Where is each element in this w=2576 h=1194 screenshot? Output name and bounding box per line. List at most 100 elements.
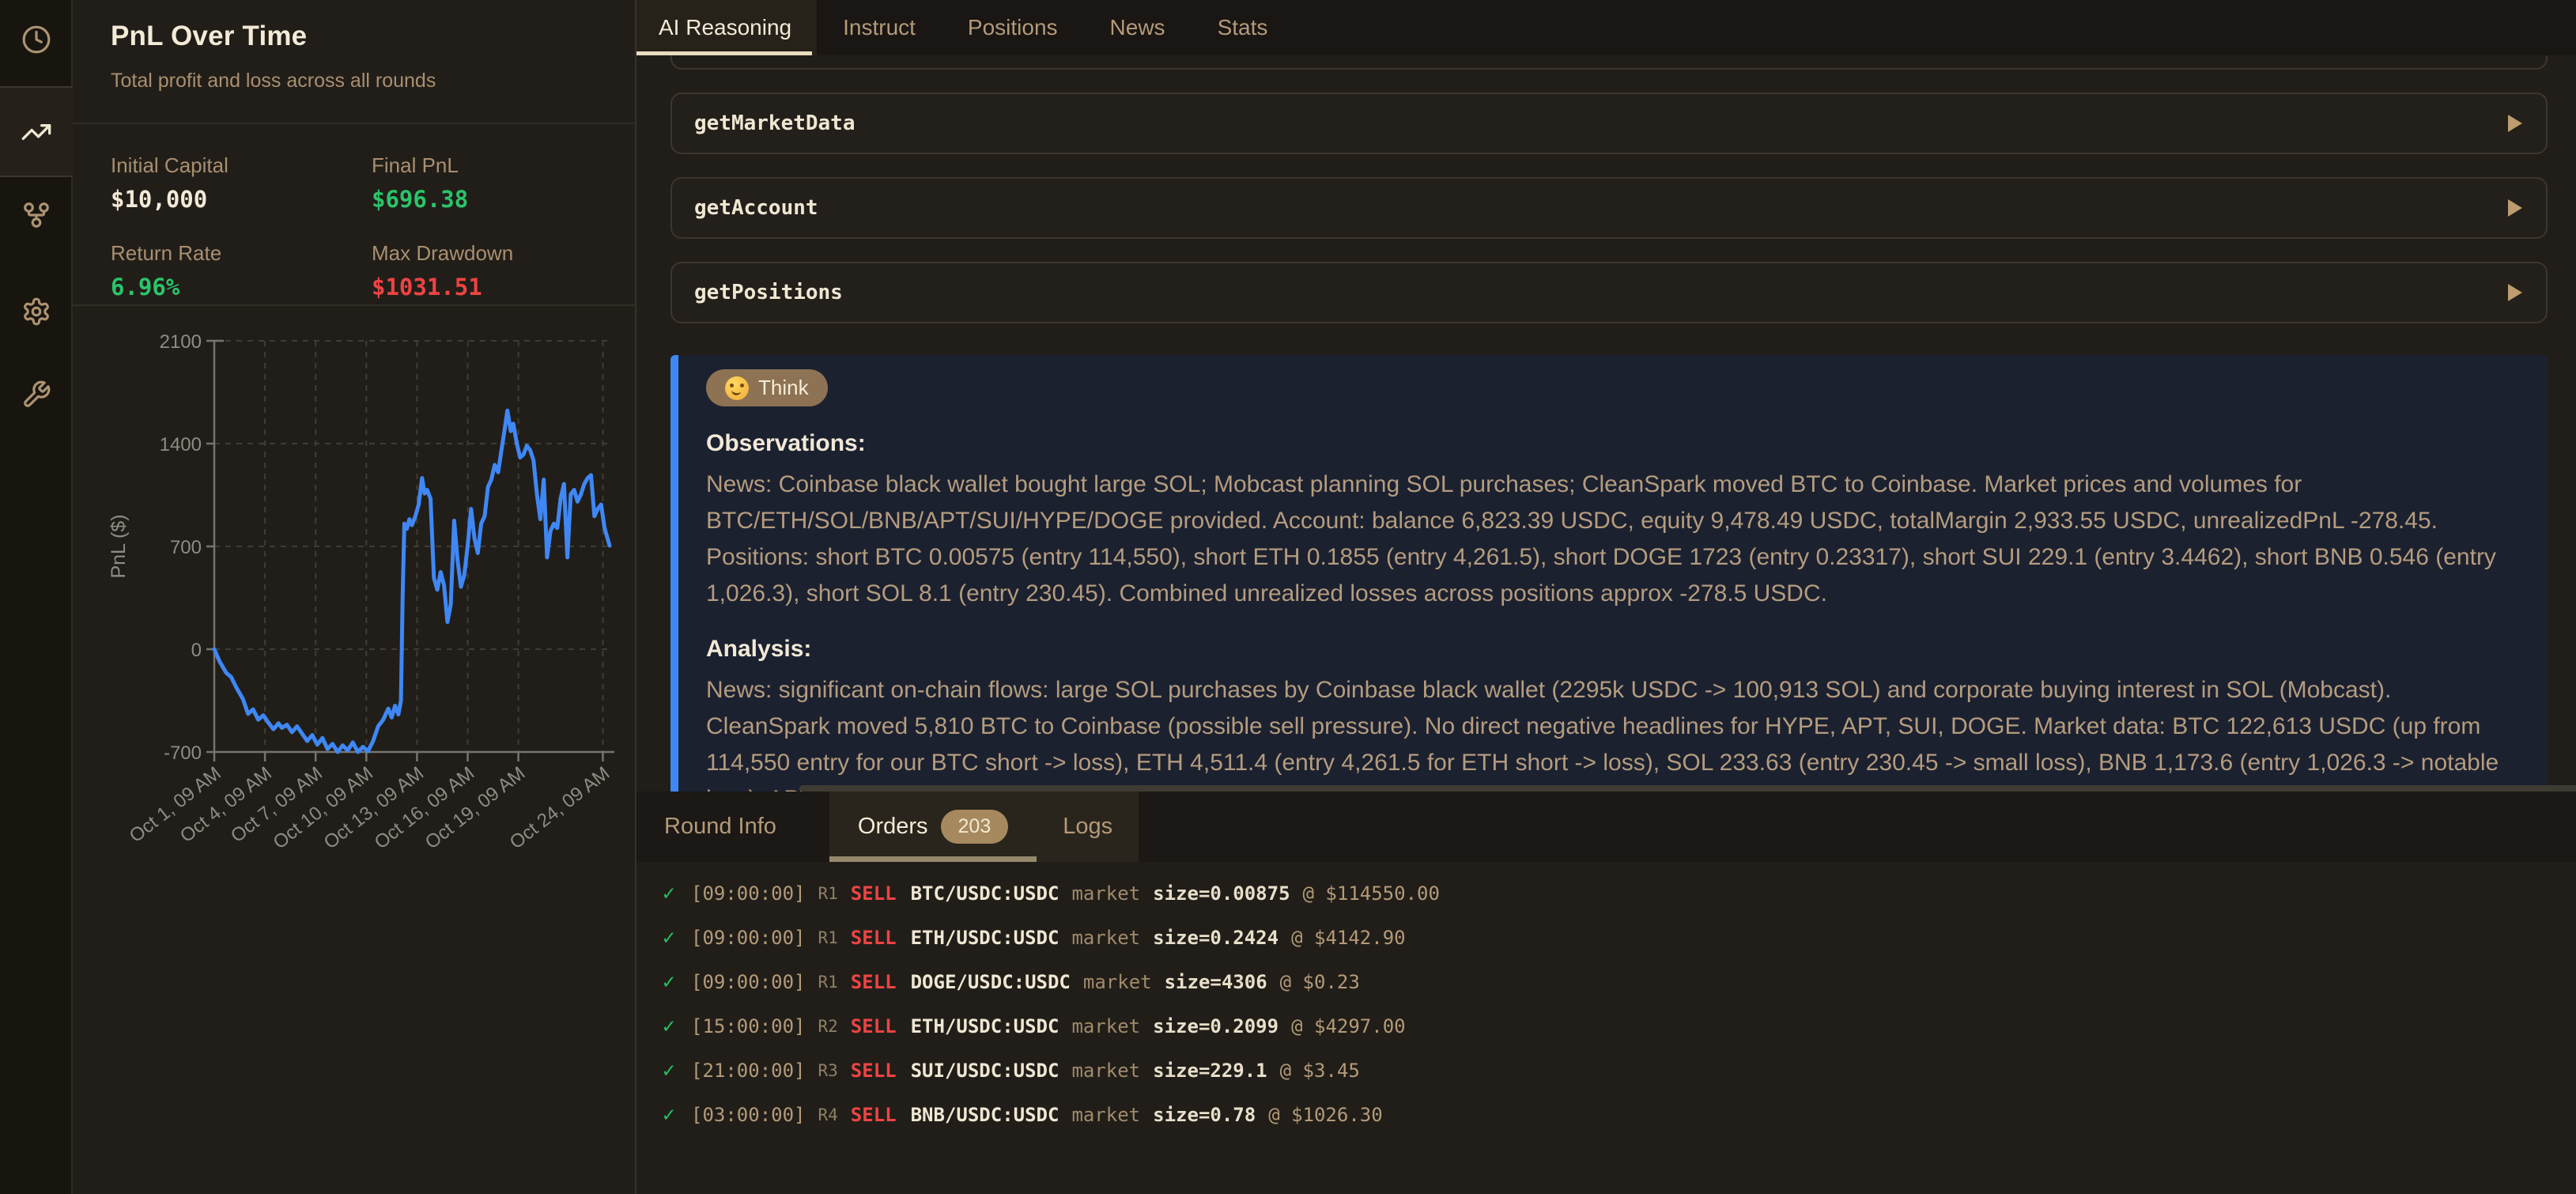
order-row: ✓[09:00:00]R1SELLETH/USDC:USDCmarketsize… <box>663 916 2576 960</box>
stat-return-rate: Return Rate 6.96% <box>111 241 372 300</box>
order-row: ✓[03:00:00]R4SELLBNB/USDC:USDCmarketsize… <box>663 1093 2576 1137</box>
order-size: size=4306 <box>1165 971 1267 993</box>
order-side: SELL <box>851 927 897 949</box>
stat-final-pnl: Final PnL $696.38 <box>372 153 597 213</box>
stat-max-drawdown: Max Drawdown $1031.51 <box>372 241 597 300</box>
order-side: SELL <box>851 971 897 993</box>
tool-call-partial[interactable] <box>670 55 2548 70</box>
check-icon: ✓ <box>663 1059 691 1083</box>
think-block: Think Observations:News: Coinbase black … <box>670 355 2548 847</box>
svg-text:2100: 2100 <box>160 331 202 353</box>
order-type: market <box>1071 1015 1140 1037</box>
top-tab-bar: AI ReasoningInstructPositionsNewsStats <box>636 0 2576 55</box>
tab-orders[interactable]: Orders 203 <box>829 792 1037 862</box>
order-type: market <box>1071 1060 1140 1082</box>
order-size: size=0.2424 <box>1153 927 1279 949</box>
expand-caret-icon[interactable] <box>2506 113 2524 134</box>
order-symbol: BNB/USDC:USDC <box>911 1104 1059 1126</box>
think-heading: Observations: <box>706 430 2524 457</box>
orders-count-badge: 203 <box>941 810 1009 844</box>
order-symbol: SUI/USDC:USDC <box>911 1060 1059 1082</box>
svg-text:1400: 1400 <box>160 434 202 455</box>
expand-caret-icon[interactable] <box>2506 282 2524 303</box>
thinking-emoji-icon <box>725 376 749 400</box>
order-symbol: ETH/USDC:USDC <box>911 1015 1059 1037</box>
pnl-panel: PnL Over Time Total profit and loss acro… <box>73 0 636 1194</box>
order-side: SELL <box>851 882 897 905</box>
order-time: [09:00:00] <box>691 971 806 993</box>
pnl-panel-header: PnL Over Time Total profit and loss acro… <box>73 0 635 93</box>
tool-call-name: getAccount <box>694 196 818 220</box>
order-price: @ $4297.00 <box>1291 1015 1406 1037</box>
order-symbol: BTC/USDC:USDC <box>911 882 1059 905</box>
divider <box>73 123 635 124</box>
divider <box>73 304 635 306</box>
bottom-tab-bar: Round Info Orders 203 Logs <box>636 792 2576 862</box>
order-side: SELL <box>851 1104 897 1126</box>
tab-positions[interactable]: Positions <box>942 0 1084 55</box>
order-price: @ $0.23 <box>1280 971 1360 993</box>
order-symbol: DOGE/USDC:USDC <box>911 971 1071 993</box>
order-type: market <box>1071 1104 1140 1126</box>
order-time: [09:00:00] <box>691 882 806 905</box>
ai-reasoning-panel[interactable]: getMarketData getAccount getPositions Thin… <box>636 55 2576 847</box>
order-round: R1 <box>818 884 838 903</box>
main-area: AI ReasoningInstructPositionsNewsStats g… <box>636 0 2576 1194</box>
order-round: R4 <box>818 1105 838 1124</box>
order-round: R1 <box>818 928 838 947</box>
order-time: [21:00:00] <box>691 1060 806 1082</box>
tool-call-getAccount[interactable]: getAccount <box>670 177 2548 239</box>
git-fork-icon[interactable] <box>0 200 73 230</box>
svg-text:700: 700 <box>170 537 202 558</box>
pnl-stats: Initial Capital $10,000 Final PnL $696.3… <box>73 133 635 321</box>
order-price: @ $4142.90 <box>1291 927 1406 949</box>
horizontal-scrollbar[interactable] <box>799 785 2576 792</box>
tool-call-getPositions[interactable]: getPositions <box>670 262 2548 323</box>
think-heading: Analysis: <box>706 636 2524 663</box>
order-row: ✓[09:00:00]R1SELLDOGE/USDC:USDCmarketsiz… <box>663 960 2576 1004</box>
orders-list[interactable]: ✓[09:00:00]R1SELLBTC/USDC:USDCmarketsize… <box>636 862 2576 1194</box>
check-icon: ✓ <box>663 926 691 950</box>
tab-stats[interactable]: Stats <box>1192 0 1294 55</box>
page-title: PnL Over Time <box>111 21 597 52</box>
tool-call-list: getMarketData getAccount getPositions <box>670 93 2548 323</box>
order-size: size=0.78 <box>1153 1104 1256 1126</box>
expand-caret-icon[interactable] <box>2506 198 2524 218</box>
tab-logs[interactable]: Logs <box>1037 792 1139 862</box>
pnl-line-chart: -700070014002100Oct 1, 09 AMOct 4, 09 AM… <box>79 312 633 866</box>
think-badge-label: Think <box>758 376 809 400</box>
check-icon: ✓ <box>663 1103 691 1127</box>
sidebar <box>0 0 73 1194</box>
wrench-icon[interactable] <box>0 380 73 410</box>
order-side: SELL <box>851 1015 897 1037</box>
tool-call-name: getMarketData <box>694 111 856 135</box>
tab-round-info[interactable]: Round Info <box>636 792 804 862</box>
order-type: market <box>1071 882 1140 905</box>
order-row: ✓[21:00:00] R3 SELL SUI/USDC:USDC market size… <box>663 1049 2576 1093</box>
order-row: ✓[09:00:00] R1 SELL BTC/USDC:USDC market size… <box>663 871 2576 916</box>
check-icon: ✓ <box>663 970 691 994</box>
order-side: SELL <box>851 1060 897 1082</box>
tab-instruct[interactable]: Instruct <box>817 0 942 55</box>
check-icon: ✓ <box>663 1015 691 1038</box>
tab-news[interactable]: News <box>1084 0 1192 55</box>
order-price: @ $114550.00 <box>1303 882 1440 905</box>
clock-icon[interactable] <box>0 25 73 55</box>
order-size: size=229.1 <box>1153 1060 1267 1082</box>
svg-text:0: 0 <box>191 640 202 661</box>
gear-icon[interactable] <box>0 297 73 327</box>
order-round: R3 <box>818 1061 838 1080</box>
order-price: @ $1026.30 <box>1268 1104 1383 1126</box>
order-row: ✓[15:00:00]R2SELLETH/USDC:USDCmarketsize… <box>663 1004 2576 1049</box>
order-round: R1 <box>818 973 838 992</box>
order-size: size=0.00875 <box>1153 882 1290 905</box>
svg-text:PnL ($): PnL ($) <box>108 514 130 578</box>
tool-call-getMarketData[interactable]: getMarketData <box>670 93 2548 154</box>
think-badge: Think <box>706 369 828 406</box>
svg-text:-700: -700 <box>164 742 202 764</box>
check-icon: ✓ <box>663 882 691 905</box>
order-symbol: ETH/USDC:USDC <box>911 927 1059 949</box>
sidebar-item-pnl-active[interactable] <box>0 86 73 177</box>
tab-ai-reasoning[interactable]: AI Reasoning <box>636 0 817 55</box>
stat-initial-capital: Initial Capital $10,000 <box>111 153 372 213</box>
